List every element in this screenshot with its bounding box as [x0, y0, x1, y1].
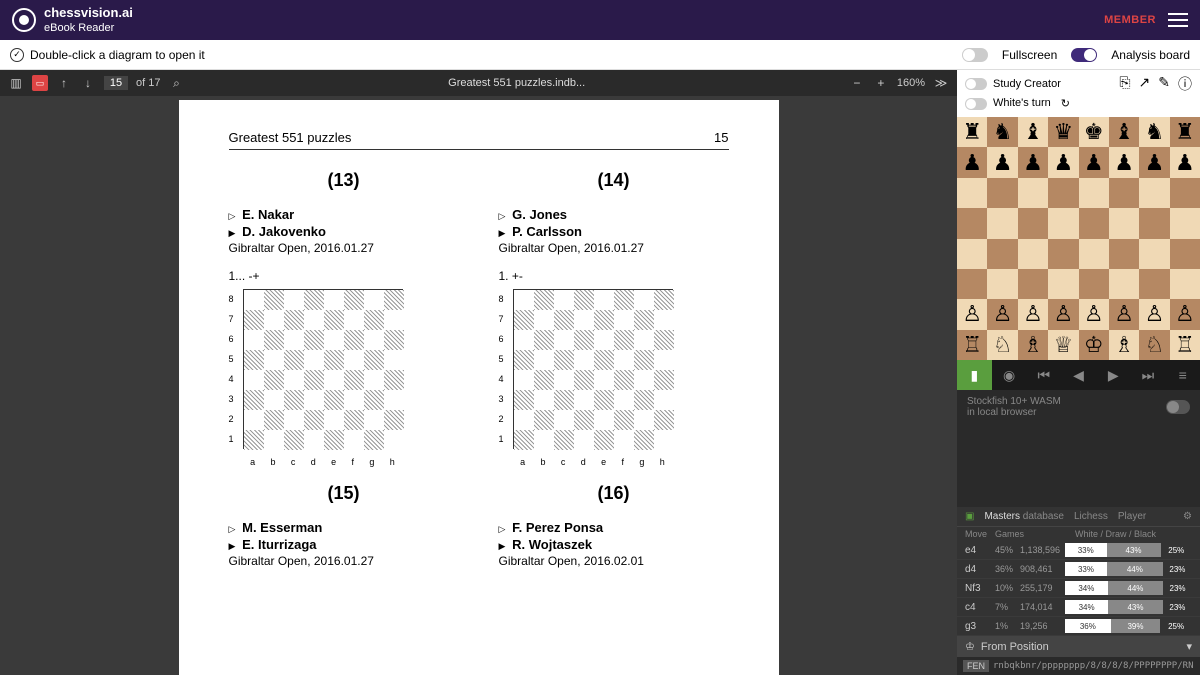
member-badge[interactable]: MEMBER: [1104, 14, 1156, 26]
analysis-panel: Study Creator ⎘ ↗ ✎ ⓘ White's turn ↻ ♜♞♝…: [957, 70, 1200, 675]
zoom-out-icon[interactable]: −: [849, 75, 865, 91]
analysis-chessboard[interactable]: ♜♞♝♛♚♝♞♜♟♟♟♟♟♟♟♟♙♙♙♙♙♙♙♙♖♘♗♕♔♗♘♖: [957, 117, 1200, 360]
last-move-icon[interactable]: ⏭: [1131, 367, 1166, 384]
puzzle-number: (16): [499, 483, 729, 504]
document-title: Greatest 551 puzzles.indb...: [194, 77, 838, 89]
fen-label: FEN: [963, 660, 989, 672]
info-icon[interactable]: ⓘ: [1178, 74, 1192, 94]
db-col-move: Move: [965, 529, 995, 539]
db-expand-icon[interactable]: ▣: [965, 511, 974, 522]
db-col-wdl: White / Draw / Black: [1075, 529, 1156, 539]
page-total: of 17: [136, 77, 160, 89]
book-tab-icon[interactable]: ▮: [957, 360, 992, 390]
brand-name: chessvision.ai: [44, 5, 133, 20]
opening-database: ▣ Masters database Lichess Player ⚙ Move…: [957, 507, 1200, 636]
fullscreen-toggle[interactable]: [962, 48, 988, 62]
engine-toggle[interactable]: [1166, 400, 1190, 414]
puzzle-number: (14): [499, 170, 729, 191]
brand[interactable]: chessvision.ai eBook Reader: [12, 6, 133, 35]
first-move-icon[interactable]: ⏮: [1026, 367, 1061, 384]
brand-logo-icon: [12, 8, 36, 32]
turn-label: White's turn: [993, 98, 1051, 109]
study-creator-toggle[interactable]: [965, 78, 987, 90]
crown-icon: ♔: [965, 640, 975, 653]
zoom-in-icon[interactable]: +: [873, 75, 889, 91]
playback-controls: ▮ ◉ ⏮ ◀ ▶ ⏭ ≡: [957, 360, 1200, 390]
engine-name: Stockfish 10+ WASM: [967, 396, 1061, 407]
tools-icon[interactable]: ≫: [933, 75, 949, 91]
hint-text: Double-click a diagram to open it: [30, 48, 205, 62]
db-move-row[interactable]: Nf310%255,17934%44%23%: [957, 579, 1200, 598]
top-navbar: chessvision.ai eBook Reader MEMBER: [0, 0, 1200, 40]
analysis-label: Analysis board: [1111, 48, 1190, 62]
book-page: Greatest 551 puzzles 15 (13)▷ E. Nakar▶ …: [179, 100, 779, 675]
pdf-reader: ▥ ▭ ↑ ↓ of 17 ⌕ Greatest 551 puzzles.ind…: [0, 70, 957, 675]
brand-subtitle: eBook Reader: [44, 22, 114, 34]
db-col-games: Games: [995, 529, 1025, 539]
chess-diagram[interactable]: 87654321abcdefgh: [229, 289, 409, 469]
menu-lines-icon[interactable]: ≡: [1165, 367, 1200, 383]
next-move-icon[interactable]: ▶: [1096, 367, 1131, 384]
puzzle-number: (15): [229, 483, 459, 504]
study-creator-label: Study Creator: [993, 78, 1061, 90]
db-move-row[interactable]: g31%19,25636%39%25%: [957, 617, 1200, 636]
prev-move-icon[interactable]: ◀: [1061, 367, 1096, 384]
record-icon[interactable]: ◉: [992, 367, 1027, 384]
from-position-dropdown[interactable]: ♔ From Position ▾: [957, 636, 1200, 657]
edit-icon[interactable]: ✎: [1158, 74, 1170, 94]
engine-sub: in local browser: [967, 407, 1061, 418]
db-tab-lichess[interactable]: Lichess: [1074, 511, 1108, 522]
turn-toggle[interactable]: [965, 98, 987, 110]
reader-toolbar: ▥ ▭ ↑ ↓ of 17 ⌕ Greatest 551 puzzles.ind…: [0, 70, 957, 96]
sidebar-toggle-icon[interactable]: ▥: [8, 75, 24, 91]
pdf-icon[interactable]: ▭: [32, 75, 48, 91]
page-up-icon[interactable]: ↑: [56, 75, 72, 91]
puzzle-number: (13): [229, 170, 459, 191]
chess-diagram[interactable]: 87654321abcdefgh: [499, 289, 679, 469]
copy-icon[interactable]: ⎘: [1119, 74, 1130, 94]
gear-icon[interactable]: ⚙: [1183, 511, 1192, 522]
db-move-row[interactable]: e445%1,138,59633%43%25%: [957, 541, 1200, 560]
check-icon: ✓: [10, 48, 24, 62]
analysis-board-toggle[interactable]: [1071, 48, 1097, 62]
fen-string[interactable]: rnbqkbnr/pppppppp/8/8/8/8/PPPPPPPP/RNBQK…: [993, 661, 1194, 671]
fen-row: FEN rnbqkbnr/pppppppp/8/8/8/8/PPPPPPPP/R…: [957, 657, 1200, 675]
db-tab-player[interactable]: Player: [1118, 511, 1146, 522]
engine-row: Stockfish 10+ WASM in local browser: [957, 390, 1200, 424]
db-move-row[interactable]: c47%174,01434%43%23%: [957, 598, 1200, 617]
fullscreen-label: Fullscreen: [1002, 48, 1057, 62]
page-number-input[interactable]: [104, 76, 128, 90]
db-tab-masters[interactable]: Masters database: [984, 511, 1064, 522]
page-header-title: Greatest 551 puzzles: [229, 130, 352, 145]
share-icon[interactable]: ↗: [1139, 74, 1151, 94]
page-header-number: 15: [714, 130, 728, 145]
page-down-icon[interactable]: ↓: [80, 75, 96, 91]
zoom-level: 160%: [897, 77, 925, 89]
chevron-down-icon: ▾: [1186, 640, 1192, 653]
menu-icon[interactable]: [1168, 13, 1188, 27]
from-position-label: From Position: [981, 641, 1049, 653]
refresh-icon[interactable]: ↻: [1061, 97, 1070, 110]
search-icon[interactable]: ⌕: [168, 75, 184, 91]
sub-toolbar: ✓ Double-click a diagram to open it Full…: [0, 40, 1200, 70]
db-move-row[interactable]: d436%908,46133%44%23%: [957, 560, 1200, 579]
